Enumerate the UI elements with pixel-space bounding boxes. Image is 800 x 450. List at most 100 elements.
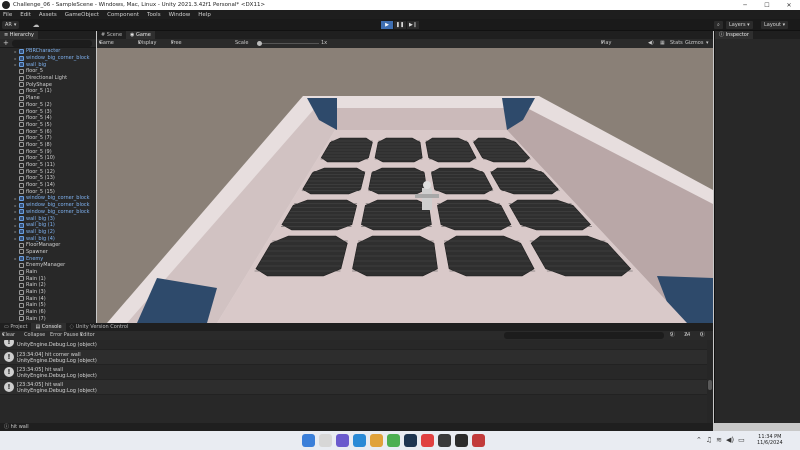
hierarchy-item[interactable]: Rain (3) xyxy=(0,289,96,296)
menu-window[interactable]: Window xyxy=(169,12,191,18)
expand-arrow-icon[interactable]: ▸ xyxy=(12,256,19,261)
hierarchy-item[interactable]: Rain (5) xyxy=(0,302,96,309)
cloud-icon[interactable]: ☁ xyxy=(32,21,40,29)
hierarchy-item[interactable]: Plane xyxy=(0,95,96,102)
gizmos-button[interactable]: Gizmos xyxy=(685,39,703,48)
task-view-icon[interactable] xyxy=(319,434,332,447)
menu-tools[interactable]: Tools xyxy=(147,12,161,18)
clear-button[interactable]: Clear ▾ xyxy=(2,331,15,340)
game-mode-dropdown[interactable]: Game ▾ xyxy=(99,39,114,48)
chrome-icon[interactable] xyxy=(421,434,434,447)
maximize-icon[interactable]: ☐ xyxy=(756,2,778,9)
account-button[interactable]: AR ▾ xyxy=(2,21,20,29)
hierarchy-item[interactable]: PolyShape xyxy=(0,81,96,88)
layers-dropdown[interactable]: Layers ▾ xyxy=(726,21,753,29)
hierarchy-item[interactable]: floor_5 (3) xyxy=(0,108,96,115)
menu-assets[interactable]: Assets xyxy=(39,12,57,18)
hierarchy-item[interactable]: EnemyManager xyxy=(0,262,96,269)
hierarchy-item[interactable]: Rain (4) xyxy=(0,295,96,302)
unity-hub-icon[interactable] xyxy=(438,434,451,447)
layout-dropdown[interactable]: Layout ▾ xyxy=(761,21,789,29)
hierarchy-item[interactable]: ▸ wall_big xyxy=(0,61,96,68)
game-viewport[interactable] xyxy=(97,48,713,323)
status-message[interactable]: hit wall xyxy=(11,424,29,430)
hierarchy-item[interactable]: floor_5 (12) xyxy=(0,168,96,175)
file-explorer-icon[interactable] xyxy=(370,434,383,447)
recorder-icon[interactable] xyxy=(472,434,485,447)
add-button[interactable]: + xyxy=(3,39,9,48)
hierarchy-item[interactable]: ▸ wall_big (4) xyxy=(0,235,96,242)
stats-button[interactable]: Stats xyxy=(670,39,683,48)
hierarchy-item[interactable]: Spawner xyxy=(0,249,96,256)
display-dropdown[interactable]: Display 1 ▾ xyxy=(138,39,156,55)
console-search-input[interactable] xyxy=(504,332,664,339)
edge-icon[interactable] xyxy=(353,434,366,447)
hierarchy-item[interactable]: floor_5 (13) xyxy=(0,175,96,182)
hierarchy-item[interactable]: floor_5 (1) xyxy=(0,88,96,95)
console-log-entry[interactable]: ! [23:34:05] hit wall UnityEngine.Debug:Lo… xyxy=(0,380,707,395)
tab-version-control[interactable]: ◌ Unity Version Control xyxy=(66,323,133,331)
error-pause-button[interactable]: Error Pause xyxy=(50,331,78,340)
menu-component[interactable]: Component xyxy=(107,12,139,18)
battery-icon[interactable]: ▭ xyxy=(738,436,745,444)
hierarchy-item[interactable]: floor_5 (4) xyxy=(0,115,96,122)
minimize-icon[interactable]: ─ xyxy=(734,2,756,9)
hierarchy-item[interactable]: Rain (2) xyxy=(0,282,96,289)
chevron-up-icon[interactable]: ⌃ xyxy=(696,436,702,444)
expand-arrow-icon[interactable]: ▸ xyxy=(12,62,19,67)
close-icon[interactable]: ✕ xyxy=(778,2,800,9)
wifi-icon[interactable]: ≋ xyxy=(716,436,722,444)
step-button[interactable]: ▶❙ xyxy=(407,21,419,29)
hierarchy-item[interactable]: floor_5 (5) xyxy=(0,122,96,129)
menu-file[interactable]: File xyxy=(3,12,12,18)
hierarchy-item[interactable]: ▸ window_big_corner_block xyxy=(0,195,96,202)
tab-console[interactable]: ▤ Console xyxy=(31,323,66,331)
expand-arrow-icon[interactable]: ▸ xyxy=(12,49,19,54)
scale-slider-track[interactable] xyxy=(259,43,319,44)
hierarchy-item[interactable]: ▸ wall_big (1) xyxy=(0,222,96,229)
play-button[interactable]: ▶ xyxy=(381,21,393,29)
hierarchy-item[interactable]: Rain (6) xyxy=(0,309,96,316)
unity-editor-icon[interactable] xyxy=(455,434,468,447)
hierarchy-item[interactable]: Rain (1) xyxy=(0,275,96,282)
tab-project[interactable]: ▭ Project xyxy=(0,323,31,331)
expand-arrow-icon[interactable]: ▸ xyxy=(12,229,19,234)
expand-arrow-icon[interactable]: ▸ xyxy=(12,196,19,201)
console-log-entry[interactable]: ! [23:34:04] hit corner wall UnityEngine.D… xyxy=(0,350,707,365)
search-icon[interactable]: ⌕ xyxy=(714,21,723,29)
hierarchy-item[interactable]: floor_5 (6) xyxy=(0,128,96,135)
expand-arrow-icon[interactable]: ▸ xyxy=(12,236,19,241)
expand-arrow-icon[interactable]: ▸ xyxy=(12,209,19,214)
hierarchy-item[interactable]: floor_5 (2) xyxy=(0,102,96,109)
hierarchy-item[interactable]: ▸ window_big_corner_block xyxy=(0,209,96,216)
hierarchy-item[interactable]: ▸ PBRCharacter xyxy=(0,48,96,55)
menu-help[interactable]: Help xyxy=(198,12,211,18)
menu-gameobject[interactable]: GameObject xyxy=(65,12,99,18)
volume-icon[interactable]: ◀) xyxy=(726,436,734,444)
hierarchy-item[interactable]: ▸ wall_big (3) xyxy=(0,215,96,222)
expand-arrow-icon[interactable]: ▸ xyxy=(12,56,19,61)
console-scrollbar[interactable] xyxy=(707,340,713,423)
headset-icon[interactable]: ♫ xyxy=(706,436,712,444)
aspect-dropdown[interactable]: Free Aspect ▾ xyxy=(171,39,188,55)
hierarchy-item[interactable]: Directional Light xyxy=(0,75,96,82)
hierarchy-item[interactable]: floor_5 (7) xyxy=(0,135,96,142)
hierarchy-item[interactable]: floor_5 (15) xyxy=(0,188,96,195)
hierarchy-item[interactable]: floor_5 xyxy=(0,68,96,75)
start-icon[interactable] xyxy=(302,434,315,447)
expand-arrow-icon[interactable]: ▸ xyxy=(12,223,19,228)
hierarchy-item[interactable]: ▸ wall_big (2) xyxy=(0,229,96,236)
hierarchy-search-input[interactable] xyxy=(12,40,92,47)
hierarchy-item[interactable]: floor_5 (9) xyxy=(0,148,96,155)
editor-dropdown[interactable]: Editor ▾ xyxy=(80,331,95,340)
hierarchy-item[interactable]: floor_5 (10) xyxy=(0,155,96,162)
play-focused-dropdown[interactable]: Play Focused ▾ xyxy=(601,39,622,55)
scale-slider-handle[interactable] xyxy=(257,41,262,46)
hierarchy-item[interactable]: Rain (7) xyxy=(0,316,96,323)
menu-edit[interactable]: Edit xyxy=(20,12,31,18)
hierarchy-item[interactable]: ▸ window_big_corner_block xyxy=(0,202,96,209)
store-icon[interactable] xyxy=(387,434,400,447)
mute-audio-icon[interactable]: ◀) xyxy=(648,39,654,48)
hierarchy-item[interactable]: ▸ Enemy xyxy=(0,255,96,262)
expand-arrow-icon[interactable]: ▸ xyxy=(12,203,19,208)
